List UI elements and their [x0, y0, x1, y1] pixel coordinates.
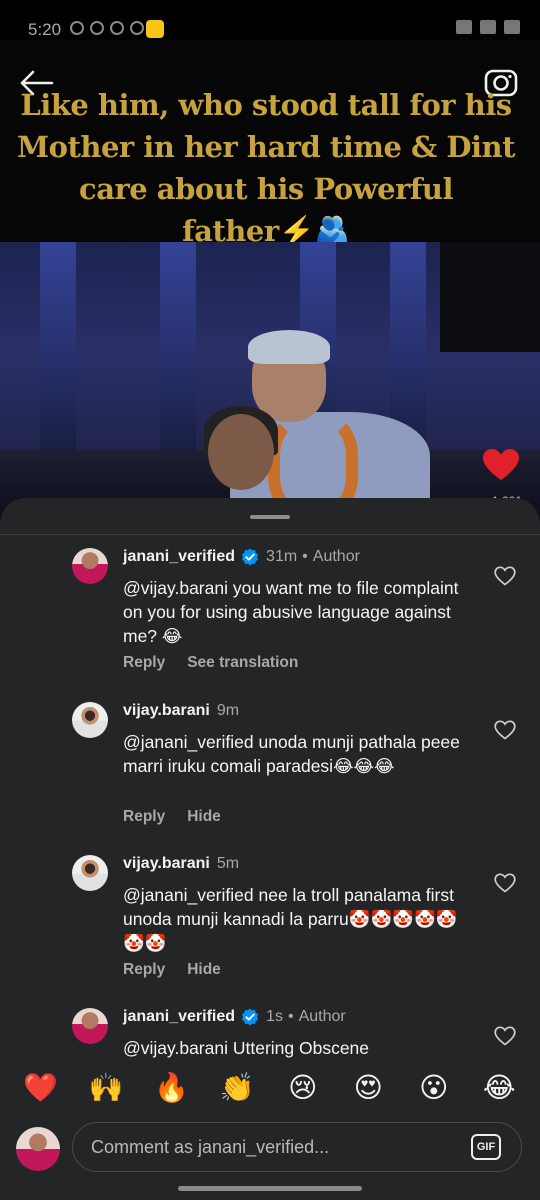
drag-handle[interactable] [250, 515, 290, 519]
my-avatar [16, 1127, 60, 1171]
emoji-surprised-button[interactable]: 😮 [414, 1074, 454, 1102]
like-heart-icon[interactable] [482, 448, 520, 482]
system-status-icons [456, 20, 520, 34]
verified-badge-icon [242, 1008, 259, 1026]
comment-username[interactable]: janani_verified [123, 548, 235, 566]
notification-icons [70, 21, 144, 35]
emoji-raised-hands-button[interactable]: 🙌 [86, 1074, 126, 1102]
comment-like-icon[interactable] [494, 566, 516, 586]
comment-text: @vijay.barani Uttering Obscene [123, 1038, 370, 1058]
author-tag: Author [298, 1008, 346, 1025]
comment-composer: GIF [0, 1112, 540, 1200]
avatar[interactable] [72, 548, 108, 584]
hide-button[interactable]: Hide [187, 808, 221, 826]
comment-text: @janani_verified unoda munji pathala pee… [123, 732, 460, 776]
avatar[interactable] [72, 1008, 108, 1044]
app-notification-icon [146, 20, 164, 38]
emoji-heart-button[interactable]: ❤️ [21, 1074, 61, 1102]
status-time: 5:20 [28, 20, 62, 39]
comment-like-icon[interactable] [494, 873, 516, 893]
video-caption: Like him, who stood tall for his Mother … [17, 88, 515, 248]
comment-time: 9m [216, 702, 240, 719]
emoji-heart-eyes-button[interactable]: 😍 [348, 1074, 388, 1102]
status-bar: 5:20 [0, 0, 540, 40]
verified-badge-icon [242, 548, 259, 566]
reply-button[interactable]: Reply [123, 654, 165, 672]
emoji-fire-button[interactable]: 🔥 [152, 1074, 192, 1102]
emoji-laugh-button[interactable]: 😂 [479, 1074, 519, 1102]
emoji-quick-bar: ❤️ 🙌 🔥 👏 😢 😍 😮 😂 [0, 1064, 540, 1112]
comment-like-icon[interactable] [494, 720, 516, 740]
emoji-cry-button[interactable]: 😢 [283, 1074, 323, 1102]
reel-video[interactable]: Like him, who stood tall for his Mother … [0, 40, 540, 520]
hide-button[interactable]: Hide [187, 961, 221, 979]
comment-time: 5m [216, 855, 240, 872]
comment-text: @vijay.barani you want me to file compla… [123, 578, 459, 646]
avatar[interactable] [72, 855, 108, 891]
comment-username[interactable]: vijay.barani [123, 855, 210, 873]
comment-username[interactable]: vijay.barani [123, 702, 210, 720]
divider [0, 534, 540, 535]
author-tag: Author [312, 548, 360, 565]
video-inset [440, 242, 540, 352]
comment-time: 31m [266, 548, 298, 565]
avatar[interactable] [72, 702, 108, 738]
gif-button[interactable]: GIF [471, 1134, 501, 1160]
video-frame [0, 242, 540, 520]
see-translation-button[interactable]: See translation [187, 654, 298, 672]
emoji-clap-button[interactable]: 👏 [217, 1074, 257, 1102]
reply-button[interactable]: Reply [123, 808, 165, 826]
comment-like-icon[interactable] [494, 1026, 516, 1046]
comment-input[interactable] [72, 1122, 522, 1172]
home-indicator [178, 1186, 362, 1191]
comment-time: 1s [266, 1008, 283, 1025]
comment-username[interactable]: janani_verified [123, 1008, 235, 1026]
reply-button[interactable]: Reply [123, 961, 165, 979]
comment-text: @janani_verified nee la troll panalama f… [123, 885, 458, 953]
